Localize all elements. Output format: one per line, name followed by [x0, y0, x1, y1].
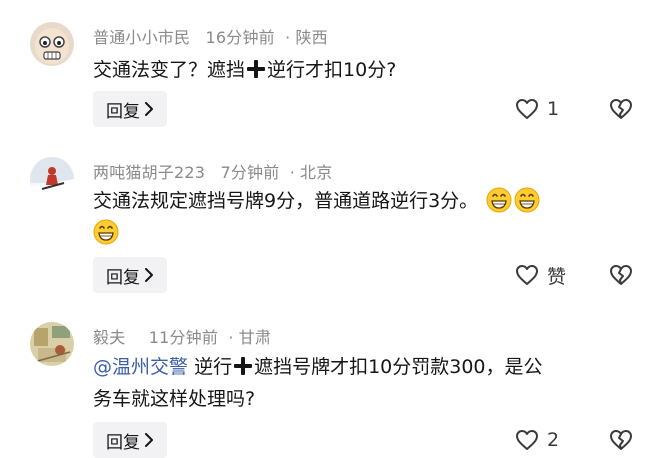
chevron-right-icon	[145, 268, 153, 282]
avatar[interactable]	[30, 322, 74, 366]
chevron-right-icon	[145, 102, 153, 116]
like-count: 2	[547, 429, 560, 451]
reply-label: 回复	[106, 267, 140, 288]
comment-time: 16分钟前	[205, 28, 275, 47]
comment-location: 北京	[300, 163, 333, 182]
reply-label: 回复	[106, 101, 140, 122]
plus-icon	[234, 357, 253, 375]
comment-text: 交通法规定遮挡号牌9分，普通道路逆行3分。	[93, 185, 633, 249]
comment-text-part: 交通法规定遮挡号牌9分，普通道路逆行3分。	[93, 190, 479, 212]
comment-location: 甘肃	[238, 328, 272, 347]
comment-text-part: 务车就这样处理吗?	[93, 388, 256, 410]
username[interactable]: 普通小小市民	[93, 28, 190, 47]
comment-meta: 两吨猫胡子223 7分钟前 · 北京	[93, 159, 332, 183]
broken-heart-icon[interactable]	[609, 263, 633, 287]
reply-button[interactable]: 回复	[93, 91, 167, 127]
reply-button[interactable]: 回复	[93, 257, 167, 293]
reply-button[interactable]: 回复	[93, 422, 167, 458]
comment-text-part: 逆行才扣10分?	[267, 59, 397, 81]
comment-text-part: 逆行	[194, 356, 233, 378]
like-button[interactable]: 1	[515, 95, 559, 123]
grinning-face-emoji	[93, 219, 119, 245]
plus-icon	[247, 60, 266, 78]
heart-outline-icon	[516, 99, 538, 119]
chevron-right-icon	[145, 433, 153, 447]
comment-text-part: 交通法变了？遮挡	[93, 59, 246, 81]
like-button[interactable]: 2	[515, 426, 559, 454]
comment-location: 陕西	[295, 28, 328, 47]
separator: ·	[285, 28, 291, 47]
reply-label: 回复	[106, 432, 140, 453]
comment-meta: 毅夫 11分钟前 · 甘肃	[93, 324, 271, 348]
separator: ·	[289, 163, 296, 182]
mention-link[interactable]: @温州交警	[93, 356, 188, 378]
grinning-face-emoji	[514, 187, 540, 213]
username[interactable]: 两吨猫胡子223	[93, 163, 205, 182]
separator: ·	[228, 328, 234, 347]
broken-heart-icon[interactable]	[609, 97, 633, 121]
heart-outline-icon	[516, 265, 538, 285]
comment-time: 11分钟前	[148, 328, 219, 347]
comment-time: 7分钟前	[220, 163, 280, 182]
like-button[interactable]: 赞	[515, 261, 566, 289]
comment-text-part: 遮挡号牌才扣10分罚款300，是公	[254, 356, 543, 378]
grinning-face-emoji	[486, 187, 512, 213]
comment-text: 交通法变了？遮挡 逆行才扣10分?	[93, 54, 633, 86]
like-count: 1	[547, 98, 560, 120]
comment-text: @温州交警 逆行 遮挡号牌才扣10分罚款300，是公 务车就这样处理吗?	[93, 351, 633, 415]
comment-meta: 普通小小市民 16分钟前 · 陕西	[93, 24, 328, 48]
avatar[interactable]	[30, 22, 74, 66]
username[interactable]: 毅夫	[93, 328, 125, 347]
heart-outline-icon	[516, 430, 538, 450]
like-count: 赞	[547, 265, 567, 288]
avatar[interactable]	[30, 157, 74, 201]
broken-heart-icon[interactable]	[609, 428, 633, 452]
